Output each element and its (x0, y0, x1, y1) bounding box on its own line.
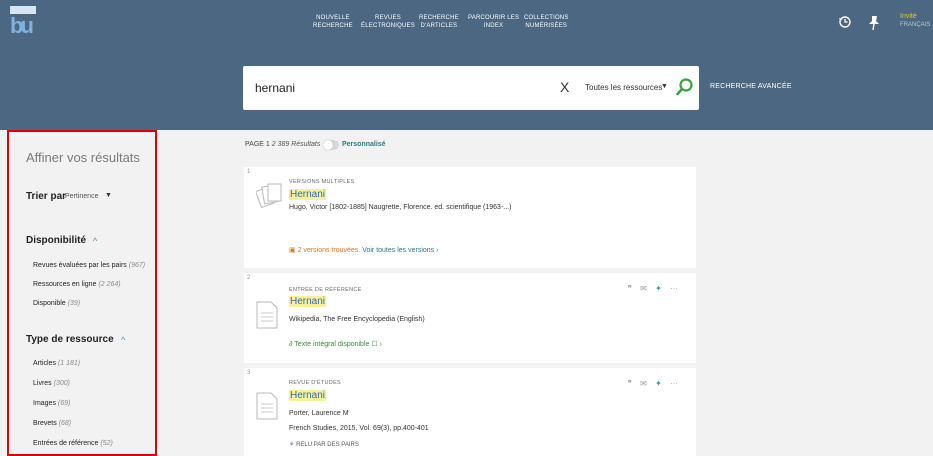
availability-chevron-up-icon[interactable]: ^ (93, 236, 97, 246)
resource-type-chevron-up-icon[interactable]: ^ (121, 335, 125, 345)
email-icon[interactable]: ✉ (640, 379, 647, 388)
more-icon[interactable]: ··· (670, 284, 678, 293)
result-card[interactable]: 1 VERSIONS MULTIPLES Hernani Hugo, Victo… (244, 167, 696, 268)
facet-available[interactable]: Disponible (39) (33, 300, 80, 307)
search-box: hernani X Toutes les ressources ▼ (243, 66, 699, 110)
personalized-toggle[interactable] (323, 140, 339, 150)
result-title[interactable]: Hernani (289, 296, 327, 307)
result-number: 2 (247, 275, 251, 281)
result-actions: ❞ ✉ ✦ ··· (628, 284, 678, 293)
peer-reviewed-icon: ⚘ (289, 442, 295, 448)
document-icon (256, 301, 278, 329)
logo[interactable]: bu (10, 6, 36, 40)
fulltext-link[interactable]: ∂ Texte intégral disponible ☐ › (289, 340, 382, 348)
link-icon: ∂ (289, 341, 293, 348)
nav-collections-numerisees[interactable]: COLLECTIONS NUMÉRISÉES (524, 14, 569, 30)
clear-search-button[interactable]: X (560, 79, 569, 95)
nav-recherche-articles[interactable]: RECHERCHE D'ARTICLES (419, 14, 459, 30)
result-card[interactable]: 3 REVUE D'ÉTUDES Hernani Porter, Laurenc… (244, 368, 696, 456)
result-type: ENTRÉE DE RÉFÉRENCE (289, 287, 362, 293)
logo-text: bu (10, 13, 34, 38)
document-icon (256, 392, 278, 420)
result-type: VERSIONS MULTIPLES (289, 179, 355, 185)
sidebar-title: Affiner vos résultats (26, 150, 140, 165)
facet-reference-entries[interactable]: Entrées de référence (52) (33, 440, 113, 447)
search-input[interactable]: hernani (255, 81, 295, 95)
result-source: Wikipedia, The Free Encyclopedia (Englis… (289, 316, 425, 323)
sort-label: Trier par (26, 191, 67, 202)
guest-name: Invité (900, 13, 917, 20)
result-author: Hugo, Victor [1802-1885] Naugrette, Flor… (289, 204, 512, 211)
guest-menu[interactable]: Invité FRANÇAIS (900, 12, 930, 30)
availability-heading[interactable]: Disponibilité (26, 235, 86, 246)
facet-articles[interactable]: Articles (1 181) (33, 360, 80, 367)
result-title[interactable]: Hernani (289, 189, 327, 200)
result-source: French Studies, 2015, Vol. 69(3), pp.400… (289, 425, 429, 432)
guest-language: FRANÇAIS (900, 22, 931, 28)
personalized-label[interactable]: Personnalisé (342, 141, 386, 148)
search-band: hernani X Toutes les ressources ▼ RECHER… (0, 48, 933, 130)
result-number: 3 (247, 370, 251, 376)
peer-reviewed-badge: ⚘ RELU PAR DES PAIRS (289, 442, 359, 448)
nav-nouvelle-recherche[interactable]: NOUVELLE RECHERCHE (313, 14, 353, 30)
result-author: Porter, Laurence M (289, 410, 349, 417)
quote-icon[interactable]: ❞ (628, 284, 632, 293)
nav-parcourir-index[interactable]: PARCOURIR LES INDEX (468, 14, 519, 30)
sort-select[interactable]: Pertinence (65, 193, 98, 200)
sort-dropdown-icon[interactable]: ▼ (105, 192, 112, 199)
refine-sidebar: Affiner vos résultats Trier par Pertinen… (7, 130, 157, 456)
scope-select[interactable]: Toutes les ressources (585, 83, 662, 92)
multiple-versions-icon (254, 181, 284, 209)
resource-type-heading[interactable]: Type de ressource (26, 334, 114, 345)
facet-patents[interactable]: Brevets (68) (33, 420, 71, 427)
history-icon[interactable] (838, 15, 852, 32)
pin-icon[interactable]: ✦ (655, 379, 662, 388)
versions-found[interactable]: ▣ 2 versions trouvées. Voir toutes les v… (289, 246, 438, 254)
top-bar: bu NOUVELLE RECHERCHE REVUES ÉLECTRONIQU… (0, 0, 933, 48)
result-card[interactable]: 2 ENTRÉE DE RÉFÉRENCE Hernani Wikipedia,… (244, 273, 696, 363)
facet-online-resources[interactable]: Ressources en ligne (2 264) (33, 281, 121, 288)
result-actions: ❞ ✉ ✦ ··· (628, 379, 678, 388)
advanced-search-link[interactable]: RECHERCHE AVANCÉE (710, 83, 792, 90)
search-icon[interactable] (675, 77, 695, 97)
result-number: 1 (247, 169, 251, 175)
page-label: PAGE 1 (245, 141, 270, 148)
versions-icon: ▣ (289, 247, 296, 254)
result-title[interactable]: Hernani (289, 390, 327, 401)
results-header: PAGE 1 2 389 Résultats (245, 141, 320, 148)
facet-images[interactable]: Images (69) (33, 400, 70, 407)
pin-icon[interactable]: ✦ (655, 284, 662, 293)
more-icon[interactable]: ··· (670, 379, 678, 388)
result-type: REVUE D'ÉTUDES (289, 380, 342, 386)
email-icon[interactable]: ✉ (640, 284, 647, 293)
quote-icon[interactable]: ❞ (628, 379, 632, 388)
toggle-knob (323, 140, 333, 150)
facet-books[interactable]: Livres (300) (33, 380, 70, 387)
results-count: 2 389 Résultats (271, 141, 321, 148)
facet-peer-reviewed[interactable]: Revues évaluées par les pairs (967) (33, 262, 145, 269)
nav-revues-electroniques[interactable]: REVUES ÉLECTRONIQUES (361, 14, 415, 30)
pin-icon[interactable] (868, 15, 880, 34)
scope-dropdown-icon[interactable]: ▼ (661, 83, 668, 90)
